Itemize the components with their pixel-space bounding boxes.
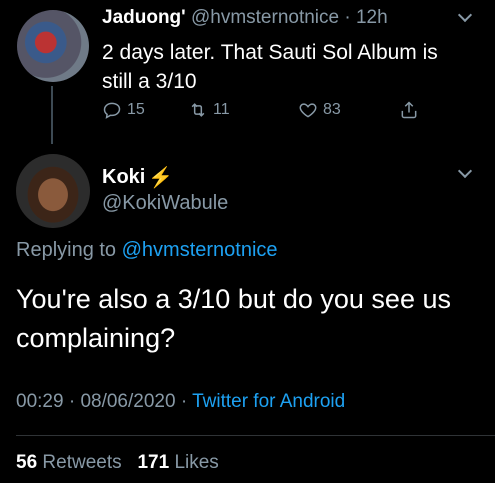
display-name[interactable]: Koki ⚡ xyxy=(102,165,173,190)
share-icon xyxy=(401,101,417,119)
tweet-meta: 00:29 · 08/06/2020 · Twitter for Android xyxy=(16,391,345,413)
likes-stat[interactable]: 171 Likes xyxy=(137,452,218,473)
display-name[interactable]: Jaduong' xyxy=(102,7,186,28)
chevron-down-icon[interactable] xyxy=(457,163,473,179)
tweet-text: 2 days later. That Sauti Sol Album is st… xyxy=(102,41,438,93)
tweet-header: Jaduong' @hvmsternotnice · 12h xyxy=(102,7,388,29)
chevron-down-icon[interactable] xyxy=(457,7,473,23)
tweet-time[interactable]: 00:29 xyxy=(16,391,64,412)
like-button[interactable]: 83 xyxy=(298,100,341,120)
username[interactable]: @hvmsternotnice xyxy=(191,7,339,28)
likes-count: 171 xyxy=(137,452,170,473)
like-count: 83 xyxy=(323,101,341,118)
username[interactable]: @KokiWabule xyxy=(102,192,228,215)
separator: · xyxy=(344,7,351,28)
tweet-text: You're also a 3/10 but do you see us com… xyxy=(16,284,451,353)
retweet-icon xyxy=(191,103,205,117)
reply-icon xyxy=(103,102,121,119)
thread-line xyxy=(51,86,53,144)
heart-icon xyxy=(299,103,317,118)
retweets-count: 56 xyxy=(16,452,38,473)
lightning-icon: ⚡ xyxy=(148,167,174,189)
avatar[interactable] xyxy=(17,10,89,82)
divider xyxy=(16,435,495,436)
retweet-button[interactable]: 11 xyxy=(188,100,230,120)
reply-count: 15 xyxy=(127,101,145,118)
source-link[interactable]: Twitter for Android xyxy=(192,391,345,412)
tweet-date[interactable]: 08/06/2020 xyxy=(80,391,175,412)
tweet-actions: 15 11 83 xyxy=(102,100,432,126)
separator: · xyxy=(68,391,76,412)
reply-button[interactable]: 15 xyxy=(102,100,145,120)
display-name-text: Koki xyxy=(102,166,146,188)
avatar[interactable] xyxy=(16,154,90,228)
retweets-label: Retweets xyxy=(42,452,122,473)
replying-prefix: Replying to xyxy=(16,239,117,261)
tweet-stats: 56 Retweets 171 Likes xyxy=(16,452,219,474)
mention-link[interactable]: @hvmsternotnice xyxy=(122,239,278,261)
separator: · xyxy=(180,391,188,412)
retweet-count: 11 xyxy=(213,101,230,118)
share-button[interactable] xyxy=(399,100,419,120)
retweets-stat[interactable]: 56 Retweets xyxy=(16,452,127,473)
replying-to: Replying to @hvmsternotnice xyxy=(16,239,278,262)
likes-label: Likes xyxy=(174,452,219,473)
timestamp[interactable]: 12h xyxy=(356,7,388,28)
